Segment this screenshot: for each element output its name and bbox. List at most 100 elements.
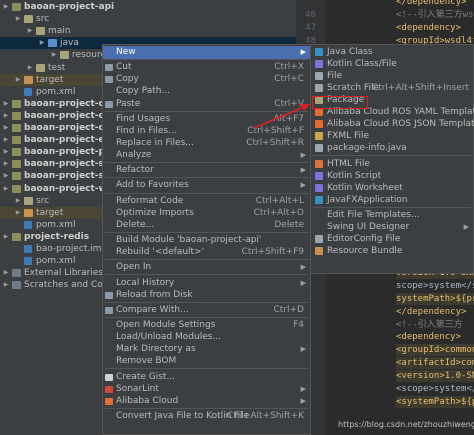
submenu-item-label: Java Class: [327, 47, 373, 57]
submenu-item-resource-bundle[interactable]: Resource Bundle: [311, 245, 473, 257]
expand-arrow-icon[interactable]: ▶: [26, 62, 34, 74]
tree-item-label: target: [36, 207, 64, 218]
submenu-item-file[interactable]: File: [311, 70, 473, 82]
submenu-arrow-icon: ▶: [300, 181, 306, 190]
menu-item-reformat-code[interactable]: Reformat Code Ctrl+Alt+L: [103, 195, 310, 208]
menu-item-delete[interactable]: Delete... Delete: [103, 219, 310, 232]
menu-item-copy[interactable]: Copy Ctrl+C: [103, 73, 310, 86]
menu-item-label: Open Module Settings: [116, 320, 216, 330]
menu-item-shortcut: Ctrl+Shift+R: [246, 137, 304, 148]
tree-item-label: src: [36, 14, 50, 25]
folder-icon: [12, 124, 21, 132]
folder-icon: [36, 63, 45, 72]
code-text: <dependency>: [396, 22, 462, 33]
sonarlint-icon: [105, 385, 113, 393]
menu-item-shortcut: Ctrl+D: [273, 304, 305, 315]
submenu-item-label: Kotlin Worksheet: [327, 182, 403, 193]
menu-item-shortcut: F4: [293, 320, 304, 330]
menu-item-reload-from-disk[interactable]: Reload from Disk: [103, 289, 310, 302]
submenu-item-shortcut: Ctrl+Alt+Shift+Insert: [371, 83, 469, 93]
tree-row[interactable]: ▶ main: [0, 25, 296, 37]
expand-arrow-icon[interactable]: ▶: [2, 231, 10, 243]
submenu-item-javafxapplication[interactable]: JavaFXApplication: [311, 194, 473, 206]
menu-item-copy-path[interactable]: Copy Path...: [103, 85, 310, 98]
menu-item-load-unload-modules[interactable]: Load/Unload Modules...: [103, 331, 310, 344]
menu-item-analyze[interactable]: Analyze ▶: [103, 149, 310, 162]
expand-arrow-icon[interactable]: ▶: [2, 170, 10, 182]
menu-item-paste[interactable]: Paste Ctrl+V: [103, 98, 310, 111]
expand-arrow-icon[interactable]: ▶: [2, 279, 10, 291]
menu-item-label: Add to Favorites: [116, 180, 189, 191]
submenu-item-edit-file-templates[interactable]: Edit File Templates...: [311, 209, 473, 221]
folder-icon: [12, 160, 21, 169]
expand-arrow-icon[interactable]: ▶: [2, 158, 10, 170]
menu-item-label: Reformat Code: [116, 195, 184, 206]
menu-item-add-to-favorites[interactable]: Add to Favorites ▶: [103, 179, 310, 192]
menu-item-find-in-files[interactable]: Find in Files... Ctrl+Shift+F: [103, 125, 310, 138]
submenu-item-kotlin-script[interactable]: Kotlin Script: [311, 170, 473, 182]
menu-item-find-usages[interactable]: Find Usages Alt+F7: [103, 113, 310, 126]
alibaba-icon: [105, 397, 113, 405]
editor-line: 46 <!--引入第三方wsdl4j: [296, 9, 474, 21]
menu-item-compare-with[interactable]: Compare With... Ctrl+D: [103, 304, 310, 317]
expand-arrow-icon[interactable]: ▶: [14, 13, 22, 25]
menu-item-shortcut: Ctrl+Shift+F9: [241, 247, 304, 258]
menu-item-build-module-baoan-project-api[interactable]: Build Module 'baoan-project-api': [103, 234, 310, 247]
expand-arrow-icon[interactable]: ▶: [38, 37, 46, 49]
submenu-item-kotlin-class-file[interactable]: Kotlin Class/File: [311, 58, 473, 70]
submenu-item-fxml-file[interactable]: FXML File: [311, 130, 473, 142]
menu-item-label: Remove BOM: [116, 356, 177, 367]
javafx-icon: [315, 195, 323, 204]
expand-arrow-icon[interactable]: ▶: [2, 267, 10, 279]
menu-item-convert-java-file-to-kotlin-file[interactable]: Convert Java File to Kotlin File Ctrl+Alt…: [103, 410, 310, 423]
menu-item-open-in[interactable]: Open In ▶: [103, 261, 310, 274]
expand-arrow-icon[interactable]: ▶: [2, 122, 10, 134]
submenu-item-package-info-java[interactable]: package-info.java: [311, 142, 473, 154]
menu-item-optimize-imports[interactable]: Optimize Imports Ctrl+Alt+O: [103, 207, 310, 220]
submenu-arrow-icon: ▶: [300, 151, 306, 159]
menu-item-local-history[interactable]: Local History ▶: [103, 277, 310, 290]
menu-item-new[interactable]: New ▶: [103, 46, 310, 59]
menu-item-cut[interactable]: Cut Ctrl+X: [103, 61, 310, 74]
menu-item-label: New: [116, 47, 136, 57]
menu-item-create-gist[interactable]: Create Gist...: [103, 371, 310, 384]
submenu-item-scratch-file[interactable]: Scratch File Ctrl+Alt+Shift+Insert: [311, 82, 473, 94]
submenu-item-alibaba-cloud-ros-json-template[interactable]: Alibaba Cloud ROS JSON Template: [311, 118, 474, 130]
menu-item-alibaba-cloud[interactable]: Alibaba Cloud ▶: [103, 395, 310, 408]
menu-item-remove-bom[interactable]: Remove BOM: [103, 355, 310, 368]
menu-item-mark-directory-as[interactable]: Mark Directory as ▶: [103, 343, 310, 356]
menu-separator: [105, 407, 308, 409]
menu-item-replace-in-files[interactable]: Replace in Files... Ctrl+Shift+R: [103, 137, 310, 150]
submenu-item-html-file[interactable]: HTML File: [311, 158, 473, 170]
submenu-item-editorconfig-file[interactable]: EditorConfig File: [311, 233, 473, 245]
menu-item-refactor[interactable]: Refactor ▶: [103, 164, 310, 177]
menu-item-open-module-settings[interactable]: Open Module Settings F4: [103, 319, 310, 332]
expand-arrow-icon[interactable]: ▶: [2, 110, 10, 122]
submenu-item-swing-ui-designer[interactable]: Swing UI Designer ▶: [311, 221, 473, 233]
expand-arrow-icon[interactable]: ▶: [14, 207, 22, 219]
paste-icon: [105, 100, 113, 108]
submenu-item-java-class[interactable]: Java Class: [311, 46, 473, 58]
expand-arrow-icon[interactable]: ▶: [50, 49, 58, 61]
tree-row[interactable]: ▶ src: [0, 13, 296, 25]
folder-icon: [24, 15, 33, 24]
menu-separator: [105, 231, 308, 233]
expand-arrow-icon[interactable]: ▶: [14, 74, 22, 86]
code-text: systemPath>${pro: [396, 292, 474, 305]
menu-item-label: Delete...: [116, 219, 155, 230]
code-text: <scope>system</s: [396, 384, 474, 394]
expand-arrow-icon[interactable]: ▶: [2, 183, 10, 195]
submenu-item-label: Resource Bundle: [327, 246, 403, 256]
submenu-item-kotlin-worksheet[interactable]: Kotlin Worksheet: [311, 182, 473, 194]
menu-item-rebuild-default[interactable]: Rebuild '<default>' Ctrl+Shift+F9: [103, 246, 310, 259]
menu-item-sonarlint[interactable]: SonarLint ▶: [103, 383, 310, 396]
folder-icon: [12, 184, 21, 193]
expand-arrow-icon[interactable]: ▶: [2, 146, 10, 158]
submenu-item-label: package-info.java: [327, 143, 407, 153]
expand-arrow-icon[interactable]: ▶: [2, 134, 10, 146]
expand-arrow-icon[interactable]: ▶: [2, 98, 10, 110]
expand-arrow-icon[interactable]: ▶: [14, 195, 22, 207]
expand-arrow-icon[interactable]: ▶: [26, 25, 34, 37]
tree-row[interactable]: ▶ baoan-project-api: [0, 1, 296, 13]
expand-arrow-icon[interactable]: ▶: [2, 1, 10, 13]
